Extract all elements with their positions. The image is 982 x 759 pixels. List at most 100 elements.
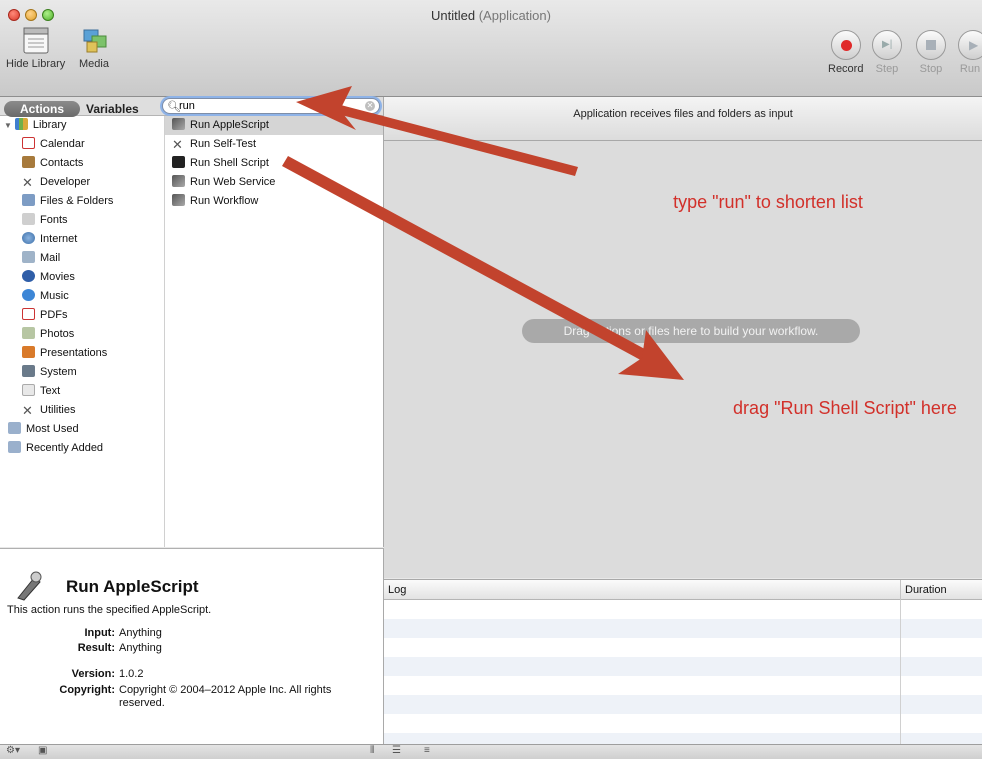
tools-icon: ✕ xyxy=(172,137,183,152)
resize-handle-icon[interactable]: ⦀ xyxy=(370,745,374,756)
description-toggle-icon[interactable]: ▣ xyxy=(38,745,47,756)
tab-variables[interactable]: Variables xyxy=(86,101,139,117)
movies-icon xyxy=(22,270,35,282)
version-label: Version: xyxy=(71,668,115,680)
pdf-icon xyxy=(22,308,35,320)
category-label: Library xyxy=(32,119,67,131)
action-run-self-test[interactable]: ✕ Run Self-Test xyxy=(165,135,383,154)
category-label: Movies xyxy=(40,271,75,283)
annotation-type-run: type "run" to shorten list xyxy=(673,192,863,212)
duration-column-header[interactable]: Duration xyxy=(905,580,947,600)
category-developer[interactable]: ✕ Developer xyxy=(0,173,164,192)
workflow-canvas[interactable]: Drag actions or files here to build your… xyxy=(384,141,982,578)
run-button[interactable]: ▶ Run xyxy=(958,30,982,75)
category-label: Calendar xyxy=(40,138,85,150)
music-icon xyxy=(22,289,35,301)
category-text[interactable]: Text xyxy=(0,382,164,401)
category-presentations[interactable]: Presentations xyxy=(0,344,164,363)
category-label: Internet xyxy=(40,233,78,245)
category-label: Fonts xyxy=(40,214,68,226)
category-files-folders[interactable]: Files & Folders xyxy=(0,192,164,211)
stop-label: Stop xyxy=(919,63,943,75)
applescript-icon xyxy=(14,570,44,602)
clear-search-icon[interactable]: ✕ xyxy=(365,101,375,111)
library-icon xyxy=(20,26,52,56)
action-label: Run Shell Script xyxy=(190,157,269,169)
category-most-used[interactable]: Most Used xyxy=(0,420,164,439)
drop-hint: Drag actions or files here to build your… xyxy=(522,319,860,343)
result-value: Anything xyxy=(119,642,162,654)
log-divider xyxy=(900,600,901,744)
input-label: Input: xyxy=(84,627,115,639)
annotation-drag-here: drag "Run Shell Script" here xyxy=(733,398,957,418)
category-label: System xyxy=(40,366,77,378)
action-label: Run AppleScript xyxy=(190,119,269,131)
category-movies[interactable]: Movies xyxy=(0,268,164,287)
stop-icon xyxy=(916,30,946,60)
search-field[interactable]: 🔍︎ ✕ xyxy=(162,98,380,114)
log-column-header[interactable]: Log xyxy=(388,580,406,600)
category-label: Utilities xyxy=(40,404,76,416)
category-pdfs[interactable]: PDFs xyxy=(0,306,164,325)
tools-icon: ✕ xyxy=(22,403,33,418)
category-library[interactable]: ▼ Library xyxy=(0,116,164,135)
category-label: Recently Added xyxy=(26,442,104,454)
category-calendar[interactable]: Calendar xyxy=(0,135,164,154)
workflow-input-header: Application receives files and folders a… xyxy=(384,97,982,141)
version-value: 1.0.2 xyxy=(119,668,144,680)
search-input[interactable] xyxy=(179,100,349,112)
contacts-icon xyxy=(22,156,35,168)
text-icon xyxy=(22,384,35,396)
log-view-icon[interactable]: ≡ xyxy=(424,745,430,756)
library-pane: Actions Variables 🔍︎ ✕ ▼ Library Calendar… xyxy=(0,97,384,547)
category-label: Contacts xyxy=(40,157,84,169)
category-list: ▼ Library Calendar Contacts ✕ Developer Fi… xyxy=(0,116,165,547)
library-header: Actions Variables 🔍︎ ✕ xyxy=(0,97,383,117)
step-button[interactable]: ▶| Step xyxy=(872,30,902,75)
stop-button[interactable]: Stop xyxy=(916,30,946,75)
record-label: Record xyxy=(828,63,864,75)
category-recently-added[interactable]: Recently Added xyxy=(0,439,164,458)
action-run-web-service[interactable]: Run Web Service xyxy=(165,173,383,192)
hide-library-label: Hide Library xyxy=(6,58,66,70)
category-music[interactable]: Music xyxy=(0,287,164,306)
category-mail[interactable]: Mail xyxy=(0,249,164,268)
step-icon: ▶| xyxy=(872,30,902,60)
category-system[interactable]: System xyxy=(0,363,164,382)
gear-icon[interactable]: ⚙▾ xyxy=(6,745,20,756)
copyright-label: Copyright: xyxy=(59,684,115,696)
media-icon xyxy=(78,26,110,56)
action-list: Run AppleScript ✕ Run Self-Test Run Shell… xyxy=(165,116,383,547)
system-icon xyxy=(22,365,35,377)
record-button[interactable]: Record xyxy=(828,30,863,75)
media-button[interactable]: Media xyxy=(78,26,110,70)
action-description: This action runs the specified AppleScri… xyxy=(7,604,212,616)
category-utilities[interactable]: ✕ Utilities xyxy=(0,401,164,420)
finder-icon xyxy=(22,194,35,206)
record-icon xyxy=(830,30,861,60)
copyright-value: Copyright © 2004–2012 Apple Inc. All rig… xyxy=(119,684,332,709)
tools-icon: ✕ xyxy=(22,175,33,190)
category-internet[interactable]: Internet xyxy=(0,230,164,249)
photos-icon xyxy=(22,327,35,339)
terminal-icon xyxy=(172,156,185,168)
action-run-shell-script[interactable]: Run Shell Script xyxy=(165,154,383,173)
smart-folder-icon xyxy=(8,422,21,434)
window-toolbar: Untitled (Application) Hide Library Medi… xyxy=(0,0,982,97)
mail-icon xyxy=(22,251,35,263)
action-label: Run Web Service xyxy=(190,176,276,188)
hide-library-button[interactable]: Hide Library xyxy=(6,26,65,70)
tab-actions[interactable]: Actions xyxy=(4,101,80,117)
category-contacts[interactable]: Contacts xyxy=(0,154,164,173)
category-label: Music xyxy=(40,290,69,302)
category-label: Photos xyxy=(40,328,75,340)
library-icon xyxy=(14,118,28,130)
category-photos[interactable]: Photos xyxy=(0,325,164,344)
action-run-applescript[interactable]: Run AppleScript xyxy=(165,116,383,135)
action-run-workflow[interactable]: Run Workflow xyxy=(165,192,383,211)
category-label: Mail xyxy=(40,252,61,264)
list-view-icon[interactable]: ☰ xyxy=(392,745,401,756)
disclosure-triangle-icon[interactable]: ▼ xyxy=(4,121,12,130)
category-fonts[interactable]: Fonts xyxy=(0,211,164,230)
calendar-icon xyxy=(22,137,35,149)
